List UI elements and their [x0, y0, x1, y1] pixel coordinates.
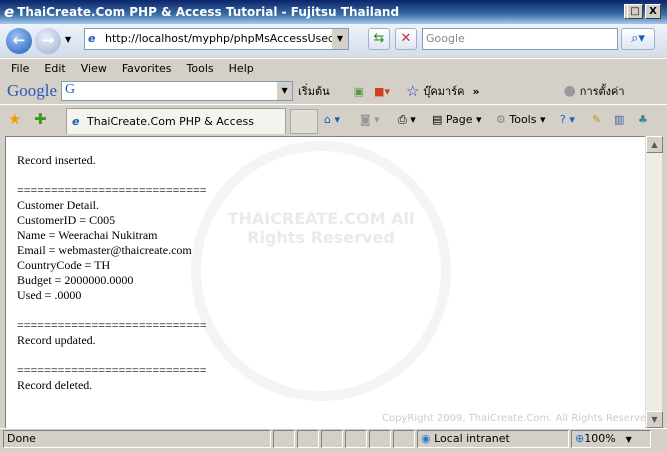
zoom-icon: ⊕ [575, 432, 585, 445]
home-icon[interactable]: ⌂ ▾ [324, 110, 340, 130]
page-content: THAICREATE.COM All Rights Reserved Recor… [5, 136, 645, 428]
copyright-text: CopyRight 2009, ThaiCreate.Com. All Righ… [382, 413, 653, 424]
scroll-down-button[interactable]: ▼ [646, 411, 663, 428]
search-input[interactable]: Google [422, 28, 618, 50]
menu-tools[interactable]: Tools [187, 62, 214, 75]
close-button[interactable]: X [645, 4, 661, 19]
output-line: Used = .0000 [17, 288, 82, 302]
address-text: http://localhost/myphp/phpMsAccessUsedFu… [105, 32, 348, 45]
status-panel [369, 430, 391, 448]
bookmark-star-icon: ☆ [405, 82, 420, 100]
output-line: ============================ [17, 183, 207, 197]
output-line: Record deleted. [17, 378, 93, 392]
tools-menu[interactable]: ⚙ Tools ▾ [496, 110, 546, 130]
output-line: Customer Detail. [17, 198, 99, 212]
google-toolbar: Google G ▼ เริ่มต้น ▣ ■▾ ☆ บุ๊คมาร์ค » ●… [0, 79, 667, 103]
window-title: ThaiCreate.Com PHP & Access Tutorial - F… [17, 5, 400, 19]
watermark-seal: THAICREATE.COM All Rights Reserved [191, 141, 451, 401]
search-button[interactable]: ⌕▾ [621, 28, 655, 50]
messenger-icon[interactable]: ▥ [614, 110, 624, 130]
refresh-button[interactable]: ⇆ [368, 28, 390, 50]
gear-icon: ⚙ [496, 113, 510, 126]
more-chevron-icon[interactable]: » [472, 85, 479, 98]
print-icon[interactable]: ⎙ ▾ [398, 110, 416, 130]
page-icon: e [88, 32, 96, 45]
menu-help[interactable]: Help [229, 62, 254, 75]
stop-button[interactable]: ✕ [395, 28, 417, 50]
menu-file[interactable]: File [11, 62, 29, 75]
globe-icon: ◉ [421, 432, 435, 445]
status-panel [345, 430, 367, 448]
maximize-button[interactable]: □ [627, 4, 643, 19]
output-line: Record inserted. [17, 153, 96, 167]
menu-bar: File Edit View Favorites Tools Help [0, 58, 667, 78]
favorites-star-icon[interactable]: ★ [8, 110, 21, 128]
output-line: Email = webmaster@thaicreate.com [17, 243, 192, 257]
back-button[interactable]: ← [6, 28, 32, 54]
feeds-icon[interactable]: ◙ ▾ [360, 110, 380, 130]
output-line: CustomerID = C005 [17, 213, 116, 227]
zoom-dropdown-icon[interactable]: ▼ [626, 435, 632, 444]
bookmarks-button[interactable]: บุ๊คมาร์ค [423, 82, 464, 100]
google-start-button[interactable]: เริ่มต้น [298, 82, 330, 100]
menu-edit[interactable]: Edit [44, 62, 65, 75]
status-panel [321, 430, 343, 448]
page-menu[interactable]: ▤ Page ▾ [432, 110, 482, 130]
ie-page-icon: e [72, 115, 80, 128]
page-label: Page [445, 113, 473, 126]
menu-view[interactable]: View [81, 62, 107, 75]
history-dropdown-icon[interactable]: ▼ [65, 35, 71, 44]
output-line: Name = Weerachai Nukitram [17, 228, 158, 242]
forward-button[interactable]: → [35, 28, 61, 54]
zoom-control[interactable]: ⊕100% ▼ [571, 430, 651, 448]
image-icon[interactable]: ▣ [354, 85, 364, 98]
vertical-scrollbar[interactable]: ▲ ▼ [645, 136, 663, 428]
output-line: CountryCode = TH [17, 258, 111, 272]
output-line: Record updated. [17, 333, 96, 347]
output-line: ============================ [17, 318, 207, 332]
new-tab-button[interactable] [290, 109, 318, 134]
scroll-up-button[interactable]: ▲ [646, 136, 663, 153]
tools-label: Tools [509, 113, 537, 126]
security-zone[interactable]: ◉ Local intranet [417, 430, 569, 448]
page-icon: ▤ [432, 113, 446, 126]
tab-thaicreate[interactable]: e ThaiCreate.Com PHP & Access Tutorial [66, 108, 286, 153]
zoom-level: 100% [584, 432, 616, 445]
address-dropdown-icon[interactable]: ▼ [332, 29, 348, 49]
google-logo: Google [7, 81, 58, 100]
google-settings-button[interactable]: การตั้งค่า [580, 82, 625, 100]
google-search-input[interactable]: G ▼ [61, 81, 294, 101]
status-panel [393, 430, 415, 448]
google-g-icon: G [65, 82, 76, 97]
output-line: ============================ [17, 363, 207, 377]
address-field[interactable]: e http://localhost/myphp/phpMsAccessUsed… [84, 28, 349, 50]
settings-circle-icon: ● [563, 83, 576, 99]
google-dropdown-icon[interactable]: ▼ [277, 82, 293, 100]
apps-icon[interactable]: ■▾ [374, 85, 390, 98]
title-bar: e ThaiCreate.Com PHP & Access Tutorial -… [0, 0, 667, 24]
menu-favorites[interactable]: Favorites [122, 62, 172, 75]
output-text: Record inserted. ========================… [17, 153, 207, 393]
status-text: Done [3, 430, 271, 448]
add-favorites-icon[interactable]: ✚ [34, 110, 47, 128]
ie-icon: e [4, 3, 15, 21]
status-panel [297, 430, 319, 448]
blog-icon[interactable]: ♣ [638, 110, 648, 130]
status-panel [273, 430, 295, 448]
research-icon[interactable]: ✎ [592, 110, 601, 130]
help-icon[interactable]: ? ▾ [560, 110, 575, 130]
zone-label: Local intranet [434, 432, 510, 445]
output-line: Budget = 2000000.0000 [17, 273, 134, 287]
